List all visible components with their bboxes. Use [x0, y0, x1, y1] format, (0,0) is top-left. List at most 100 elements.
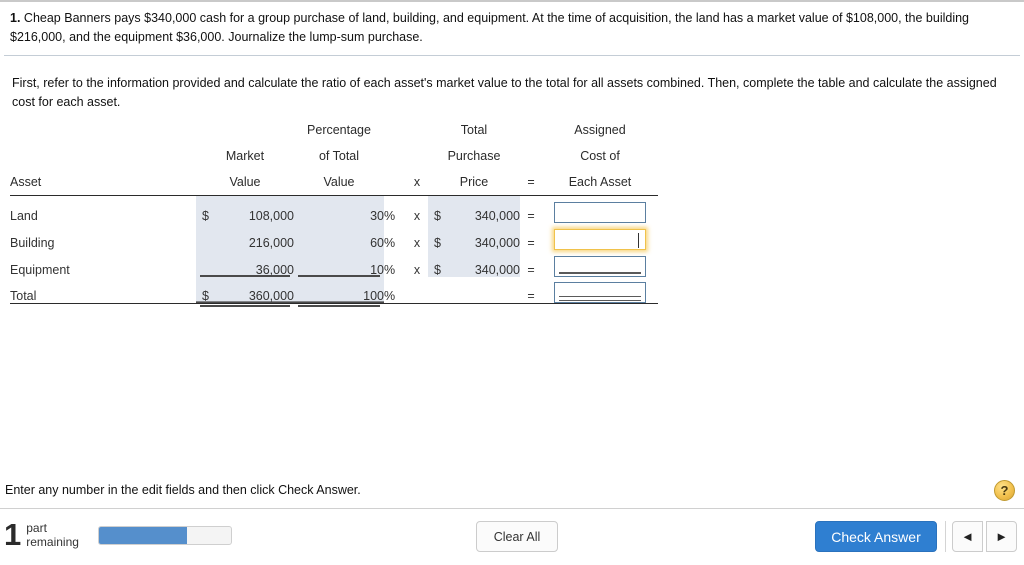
table-row: Total $ 360,000 100 % =	[10, 276, 658, 307]
table-head: Percentage Total Assigned Market of Tota…	[10, 117, 658, 196]
percent-symbol: %	[384, 262, 396, 277]
header-market-value-line3: Value	[196, 169, 294, 196]
asset-allocation-table-wrapper: Percentage Total Assigned Market of Tota…	[10, 117, 658, 307]
currency-symbol: $	[434, 235, 441, 250]
clear-all-button[interactable]: Clear All	[476, 521, 558, 552]
header-total-price-line1: Total	[460, 123, 488, 137]
progress-bar-track	[98, 526, 232, 545]
nav-separator	[945, 521, 946, 552]
header-asset-line1	[10, 117, 196, 143]
times-operator: x	[413, 208, 421, 223]
divider-under-question	[4, 55, 1020, 56]
header-assigned-cost-line3: Each Asset	[542, 169, 658, 196]
total-price-amount: 340,000	[474, 208, 520, 223]
header-equals-line1	[520, 117, 542, 143]
assigned-cost-cell-building	[542, 223, 658, 250]
header-percentage-line1: Percentage	[307, 123, 371, 137]
assigned-cost-input-total[interactable]	[554, 282, 646, 303]
header-row-3: Asset Value Value x Price = Each Asset	[10, 169, 658, 196]
percentage-building: 60	[294, 222, 384, 250]
percentage-equipment: 10	[294, 249, 384, 277]
percent-symbol: %	[384, 235, 396, 250]
header-total-price-line3: Price	[428, 169, 520, 196]
table-row: Building 216,000 60 % x $ 340,000 =	[10, 222, 658, 250]
parts-label-line1: part	[26, 521, 47, 535]
check-answer-button[interactable]: Check Answer	[815, 521, 937, 552]
help-icon[interactable]: ?	[994, 480, 1015, 501]
equals-operator: =	[527, 262, 535, 277]
assigned-cost-input-equipment[interactable]	[554, 255, 646, 277]
asset-label-building: Building	[10, 235, 55, 250]
header-asset-line2	[10, 143, 196, 169]
previous-arrow-icon[interactable]: ◄	[952, 521, 983, 552]
asset-label-equipment: Equipment	[10, 262, 70, 277]
total-purchase-price-total	[428, 276, 520, 304]
asset-allocation-table: Percentage Total Assigned Market of Tota…	[10, 117, 658, 307]
asset-label-land: Land	[10, 208, 38, 223]
currency-symbol: $	[434, 208, 441, 223]
footer-hint-text: Enter any number in the edit fields and …	[5, 483, 361, 497]
times-operator: x	[413, 262, 421, 277]
table-row: Equipment 36,000 10 % x $ 340,000 =	[10, 249, 658, 277]
top-rule	[0, 0, 1024, 2]
market-value-equipment: 36,000	[196, 249, 294, 277]
equals-operator: =	[527, 208, 535, 223]
times-operator: x	[413, 235, 421, 250]
currency-symbol: $	[434, 262, 441, 277]
question-block: 1. Cheap Banners pays $340,000 cash for …	[10, 9, 1014, 46]
question-text: Cheap Banners pays $340,000 cash for a g…	[10, 11, 970, 44]
total-price-amount: 340,000	[474, 262, 520, 277]
percentage-total: 100	[294, 276, 384, 307]
header-assigned-cost-line1: Assigned	[574, 123, 626, 137]
header-assigned-cost-line2: Cost of	[580, 149, 620, 163]
currency-symbol: $	[202, 289, 209, 303]
assigned-cost-input-land[interactable]	[554, 201, 646, 223]
percent-symbol: %	[384, 208, 396, 223]
header-percentage-line3: Value	[294, 169, 384, 196]
question-number: 1.	[10, 11, 21, 25]
market-value-amount: 216,000	[248, 235, 294, 250]
parts-remaining-label: part remaining	[26, 521, 79, 549]
percent-symbol: %	[384, 276, 406, 304]
header-percentage-line2: of Total	[318, 149, 360, 163]
market-value-amount: 36,000	[255, 262, 294, 277]
asset-label-total: Total	[10, 276, 196, 304]
header-pct-symbol-line3	[384, 169, 406, 196]
header-total-price-line2: Purchase	[447, 149, 501, 163]
header-market-value-line2: Market	[225, 149, 265, 163]
header-market-value-line1	[196, 117, 294, 143]
header-pct-symbol-line2	[384, 143, 406, 169]
table-row: Land $ 108,000 30 % x $ 340,000 =	[10, 195, 658, 223]
next-arrow-icon[interactable]: ►	[986, 521, 1017, 552]
market-value-building: 216,000	[196, 222, 294, 250]
progress-bar-fill	[99, 527, 188, 544]
header-times-line1	[406, 117, 428, 143]
total-purchase-price-land: $ 340,000	[428, 195, 520, 223]
market-value-amount: 108,000	[248, 208, 294, 223]
market-value-total: $ 360,000	[196, 276, 294, 307]
market-value-land: $ 108,000	[196, 195, 294, 223]
text-caret	[637, 232, 639, 248]
parts-remaining-group: 1 part remaining	[4, 518, 79, 552]
assigned-cost-cell-total	[542, 276, 658, 304]
assigned-cost-cell-land	[542, 196, 658, 223]
header-equals-symbol: =	[520, 169, 542, 196]
equals-operator: =	[527, 235, 535, 250]
instruction-text: First, refer to the information provided…	[12, 76, 997, 109]
currency-symbol: $	[202, 208, 209, 223]
market-value-amount: 360,000	[248, 289, 294, 303]
header-times-symbol: x	[406, 169, 428, 196]
header-equals-line2	[520, 143, 542, 169]
percentage-land: 30	[294, 195, 384, 223]
times-operator	[406, 276, 428, 304]
header-row-1: Percentage Total Assigned	[10, 117, 658, 143]
header-pct-symbol-line1	[384, 117, 406, 143]
header-row-2: Market of Total Purchase Cost of	[10, 143, 658, 169]
total-purchase-price-building: $ 340,000	[428, 222, 520, 250]
total-purchase-price-equipment: $ 340,000	[428, 249, 520, 277]
assigned-cost-input-building[interactable]	[554, 228, 646, 250]
equals-operator: =	[520, 276, 542, 304]
header-times-line2	[406, 143, 428, 169]
table-body: Land $ 108,000 30 % x $ 340,000 = Buildi…	[10, 195, 658, 307]
header-asset-line3: Asset	[10, 169, 196, 196]
